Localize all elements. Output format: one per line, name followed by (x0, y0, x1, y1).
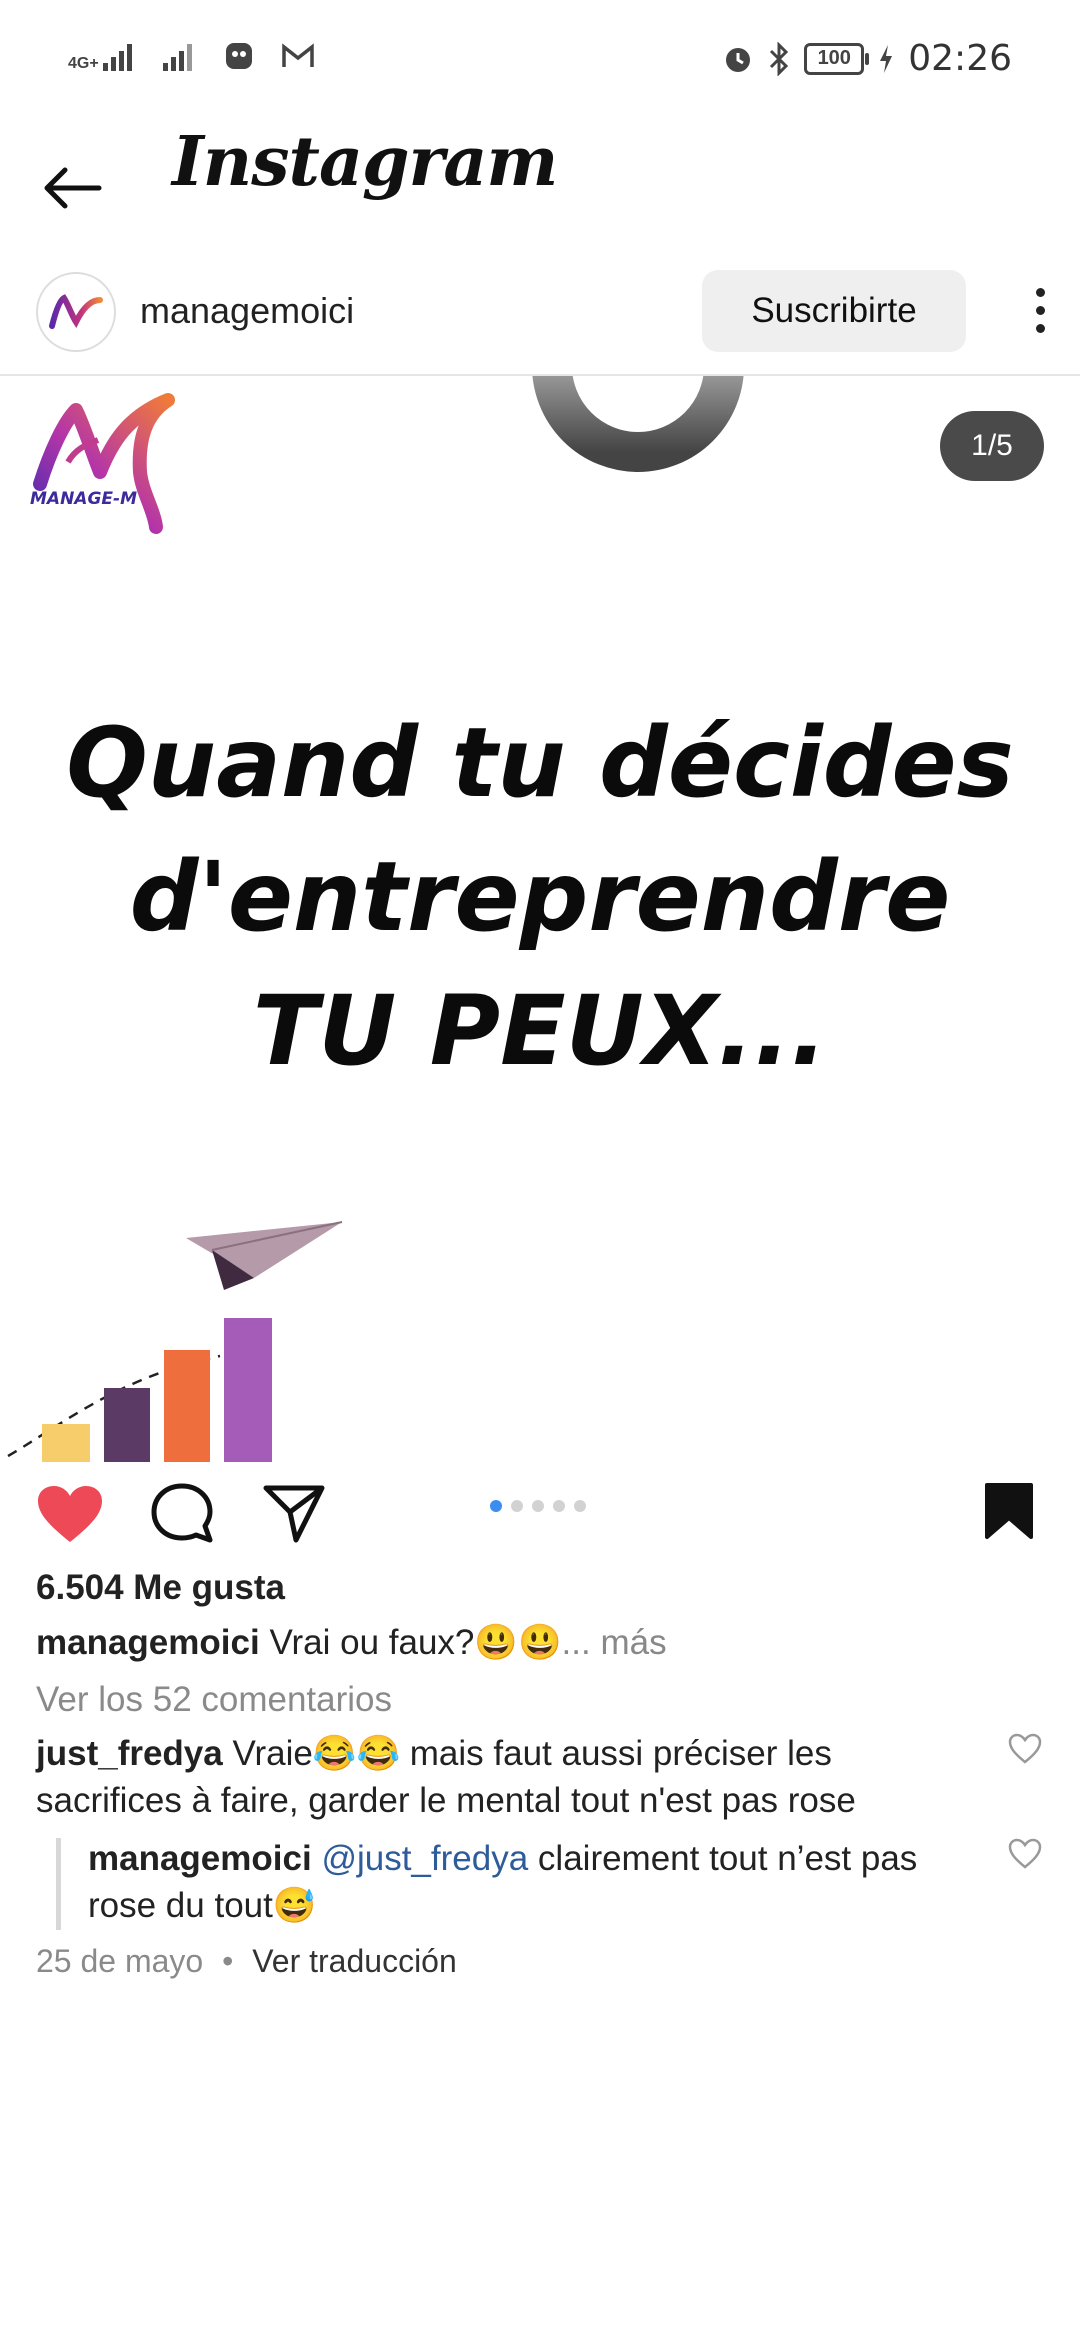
post-meta: 25 de mayo • Ver traducción (36, 1943, 457, 1980)
carousel-dot-3 (532, 1500, 544, 1512)
headline-line-2: d'entreprendre (129, 841, 951, 953)
comment: just_fredya Vraie😂😂 mais faut aussi préc… (36, 1730, 986, 1824)
carousel-indicator (490, 1500, 586, 1512)
growth-bar-2 (104, 1388, 150, 1462)
caption-more-link[interactable]: ... más (562, 1623, 667, 1662)
post-date: 25 de mayo (36, 1943, 204, 1979)
arrow-left-icon (44, 167, 102, 209)
post-image[interactable]: MANAGE-M 1/5 Quand tu décides d'entrepre… (0, 376, 1080, 1466)
post-headline: Quand tu décides d'entreprendre TU PEUX.… (0, 696, 1080, 1098)
carousel-dot-4 (553, 1500, 565, 1512)
view-comments-link[interactable]: Ver los 52 comentarios (36, 1680, 392, 1720)
translate-link[interactable]: Ver traducción (252, 1943, 457, 1979)
battery-level: 100 (817, 47, 851, 69)
notification-app-icon (225, 43, 252, 69)
avatar[interactable] (36, 272, 116, 352)
signal-icon: 4G+ (68, 41, 137, 72)
likes-count[interactable]: 6.504 Me gusta (36, 1568, 285, 1608)
subscribe-button[interactable]: Suscribirte (702, 270, 966, 352)
growth-bar-1 (42, 1424, 90, 1462)
growth-bar-4 (224, 1318, 272, 1462)
comment-username[interactable]: just_fredya (36, 1734, 223, 1773)
headline-line-3: TU PEUX... (252, 975, 828, 1087)
post-header: managemoici Suscribirte (0, 262, 1080, 376)
brand-logo: MANAGE-M (28, 392, 178, 537)
reply-thread-line (56, 1838, 61, 1930)
comment-button[interactable] (150, 1482, 214, 1551)
post-username[interactable]: managemoici (140, 290, 354, 332)
paper-plane (186, 1221, 343, 1290)
post-actions (0, 1470, 1080, 1550)
caption-username[interactable]: managemoici (36, 1623, 260, 1662)
reply-username[interactable]: managemoici (88, 1839, 312, 1878)
app-title: Instagram (172, 122, 558, 202)
growth-bar-3 (164, 1350, 210, 1462)
share-icon (263, 1485, 325, 1543)
loading-spinner (532, 376, 744, 472)
reply-mention[interactable]: @just_fredya (321, 1839, 528, 1878)
status-bar: 4G+ 100 02:26 (0, 0, 1080, 120)
caption-text: Vrai ou faux?😃😃 (269, 1623, 562, 1662)
more-options-button[interactable] (1020, 280, 1060, 340)
gmail-icon (281, 43, 314, 67)
status-left: 4G+ (68, 40, 315, 72)
heart-icon (38, 1486, 102, 1542)
meta-separator: • (222, 1943, 234, 1979)
headline-line-1: Quand tu décides (66, 707, 1014, 819)
alarm-icon (726, 47, 751, 72)
caption: managemoici Vrai ou faux?😃😃... más (36, 1622, 667, 1663)
like-button[interactable] (36, 1484, 104, 1549)
carousel-dot-5 (574, 1500, 586, 1512)
status-right: 100 02:26 (722, 38, 1012, 79)
bluetooth-icon (770, 41, 789, 76)
slide-counter: 1/5 (940, 411, 1044, 481)
back-button[interactable] (36, 152, 108, 224)
clock: 02:26 (908, 38, 1012, 79)
reply-comment: managemoici @just_fredya clairement tout… (88, 1835, 968, 1929)
network-type: 4G+ (68, 55, 99, 72)
signal-2-icon (162, 44, 192, 71)
svg-text:MANAGE-M: MANAGE-M (30, 489, 137, 509)
carousel-dot-1 (490, 1500, 502, 1512)
share-button[interactable] (262, 1484, 326, 1549)
comment-like-heart-icon[interactable] (1008, 1733, 1042, 1765)
bookmark-icon (985, 1483, 1033, 1539)
battery-indicator: 100 (804, 42, 870, 75)
reply-like-heart-icon[interactable] (1008, 1838, 1042, 1870)
charging-icon (880, 44, 893, 73)
comment-icon (151, 1483, 213, 1543)
growth-illustration (7, 1221, 343, 1462)
carousel-dot-2 (511, 1500, 523, 1512)
save-button[interactable] (984, 1482, 1034, 1545)
